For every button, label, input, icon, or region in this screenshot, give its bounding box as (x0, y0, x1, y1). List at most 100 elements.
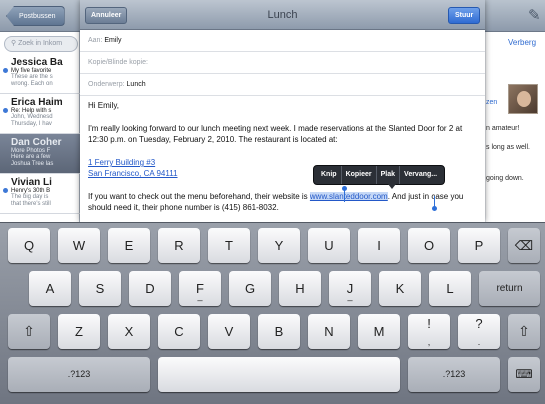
key-k[interactable]: K (379, 271, 421, 306)
cc-field[interactable]: Kopie/Blinde kopie: (80, 52, 485, 74)
sender: Vivian Li (11, 177, 52, 188)
list-item[interactable]: Vivian Li Henry's 30th B The big day is … (0, 174, 80, 214)
key-q[interactable]: Q (8, 228, 50, 263)
body-fragment: going down. (486, 175, 524, 182)
cc-label: Kopie/Blinde kopie: (88, 59, 148, 66)
shift-icon: ⇧ (518, 323, 530, 339)
body-fragment: s long as well. (486, 144, 530, 151)
key-z[interactable]: Z (58, 314, 100, 349)
selection-start-stem (344, 190, 345, 202)
address-link-line1[interactable]: 1 Ferry Building #3 (88, 158, 155, 167)
key-f[interactable]: F _ (179, 271, 221, 306)
return-key[interactable]: return (479, 271, 540, 306)
list-item[interactable]: Jessica Ba My five favorite These are th… (0, 54, 80, 94)
message-list: ⚲ Zoek in Inkom Jessica Ba My five favor… (0, 32, 80, 222)
preview: Joshua Tree las (11, 161, 54, 167)
period-label: . (477, 337, 481, 347)
compose-title: Lunch (267, 9, 298, 21)
unread-dot (3, 188, 8, 193)
body-paragraph: I'm really looking forward to our lunch … (88, 124, 463, 144)
compose-sheet: Lunch Annuleer Stuur Aan: Emily Kopie/Bl… (80, 0, 485, 222)
key-o[interactable]: O (408, 228, 450, 263)
key-e[interactable]: E (108, 228, 150, 263)
key-x[interactable]: X (108, 314, 150, 349)
replace-menu-item[interactable]: Vervang... (400, 166, 441, 184)
key-y[interactable]: Y (258, 228, 300, 263)
key-d[interactable]: D (129, 271, 171, 306)
key-u[interactable]: U (308, 228, 350, 263)
key-g[interactable]: G (229, 271, 271, 306)
preview: These are the s (11, 74, 53, 80)
backspace-icon: ⌫ (514, 238, 534, 253)
question-period-key[interactable]: ? . (458, 314, 500, 349)
key-h[interactable]: H (279, 271, 321, 306)
numbers-key-right[interactable]: .?123 (408, 357, 500, 392)
sender: Erica Haim (11, 97, 63, 108)
subject-value: Lunch (126, 81, 146, 88)
greeting: Hi Emily, (88, 101, 119, 110)
preview: wrong. Each on (11, 81, 53, 87)
body-fragment: n amateur! (486, 125, 520, 132)
space-key[interactable] (158, 357, 400, 392)
subject-label: Onderwerp: (88, 81, 125, 88)
list-item[interactable]: Dan Coher More Photos F Here are a few J… (0, 134, 80, 174)
key-c[interactable]: C (158, 314, 200, 349)
unread-dot (3, 68, 8, 73)
paste-menu-item[interactable]: Plak (377, 166, 401, 184)
address-link-line2[interactable]: San Francisco, CA 94111 (88, 169, 178, 178)
compose-toolbar: Lunch Annuleer Stuur (80, 0, 485, 30)
list-item[interactable]: Erica Haim Re: Help with s John, Wednesd… (0, 94, 80, 134)
hide-keyboard-key[interactable]: ⌨ (508, 357, 540, 392)
key-j-underscore: _ (347, 291, 353, 301)
key-r[interactable]: R (158, 228, 200, 263)
sender: Dan Coher (11, 137, 62, 148)
body-text-fragment: If you want to check out the menu before… (88, 192, 310, 201)
key-j[interactable]: J _ (329, 271, 371, 306)
preview: John, Wednesd (11, 114, 53, 120)
delete-key[interactable]: ⌫ (508, 228, 540, 263)
message-body[interactable]: Hi Emily, I'm really looking forward to … (88, 100, 480, 225)
to-value: Emily (104, 37, 122, 44)
onscreen-keyboard: Q W E R T Y U I O P ⌫ A S D F _ G H J _ … (0, 222, 545, 404)
compose-icon[interactable]: ✎ (528, 6, 541, 24)
hide-button[interactable]: Verberg (508, 38, 536, 47)
key-s[interactable]: S (79, 271, 121, 306)
send-button[interactable]: Stuur (448, 7, 481, 24)
key-l[interactable]: L (429, 271, 471, 306)
to-label: Aan: (88, 37, 103, 44)
copy-menu-item[interactable]: Kopieer (342, 166, 377, 184)
preview: Here are a few (11, 154, 51, 160)
key-m[interactable]: M (358, 314, 400, 349)
key-v[interactable]: V (208, 314, 250, 349)
numbers-key-left[interactable]: .?123 (8, 357, 150, 392)
sender-name-fragment: zen (486, 99, 498, 106)
key-p[interactable]: P (458, 228, 500, 263)
subject-field[interactable]: Onderwerp: Lunch (80, 74, 485, 96)
sender: Jessica Ba (11, 57, 63, 68)
cut-menu-item[interactable]: Knip (317, 166, 342, 184)
selection-end-handle[interactable] (432, 206, 437, 211)
search-input[interactable]: ⚲ Zoek in Inkom (4, 36, 78, 52)
key-a[interactable]: A (29, 271, 71, 306)
edit-menu: Knip Kopieer Plak Vervang... (313, 165, 446, 189)
question-label: ? (475, 316, 483, 331)
shift-icon: ⇧ (23, 323, 35, 339)
key-b[interactable]: B (258, 314, 300, 349)
exclamation-comma-key[interactable]: ! , (408, 314, 450, 349)
message-detail: Verberg zen n amateur! s long as well. g… (486, 32, 545, 222)
keyboard-hide-icon: ⌨ (515, 367, 533, 381)
search-placeholder: Zoek in Inkom (18, 40, 63, 47)
key-n[interactable]: N (308, 314, 350, 349)
mailboxes-back-button[interactable]: Postbussen (6, 6, 65, 26)
to-field[interactable]: Aan: Emily (80, 30, 485, 52)
avatar (508, 84, 538, 114)
cancel-button[interactable]: Annuleer (85, 7, 128, 24)
comma-label: , (427, 337, 431, 347)
screen: Postbussen ↰ ✎ ⚲ Zoek in Inkom Jessica B… (0, 0, 545, 404)
website-link[interactable]: www.slanteddoor.com (309, 192, 388, 201)
key-w[interactable]: W (58, 228, 100, 263)
key-t[interactable]: T (208, 228, 250, 263)
shift-key-right[interactable]: ⇧ (508, 314, 540, 349)
shift-key-left[interactable]: ⇧ (8, 314, 50, 349)
key-i[interactable]: I (358, 228, 400, 263)
